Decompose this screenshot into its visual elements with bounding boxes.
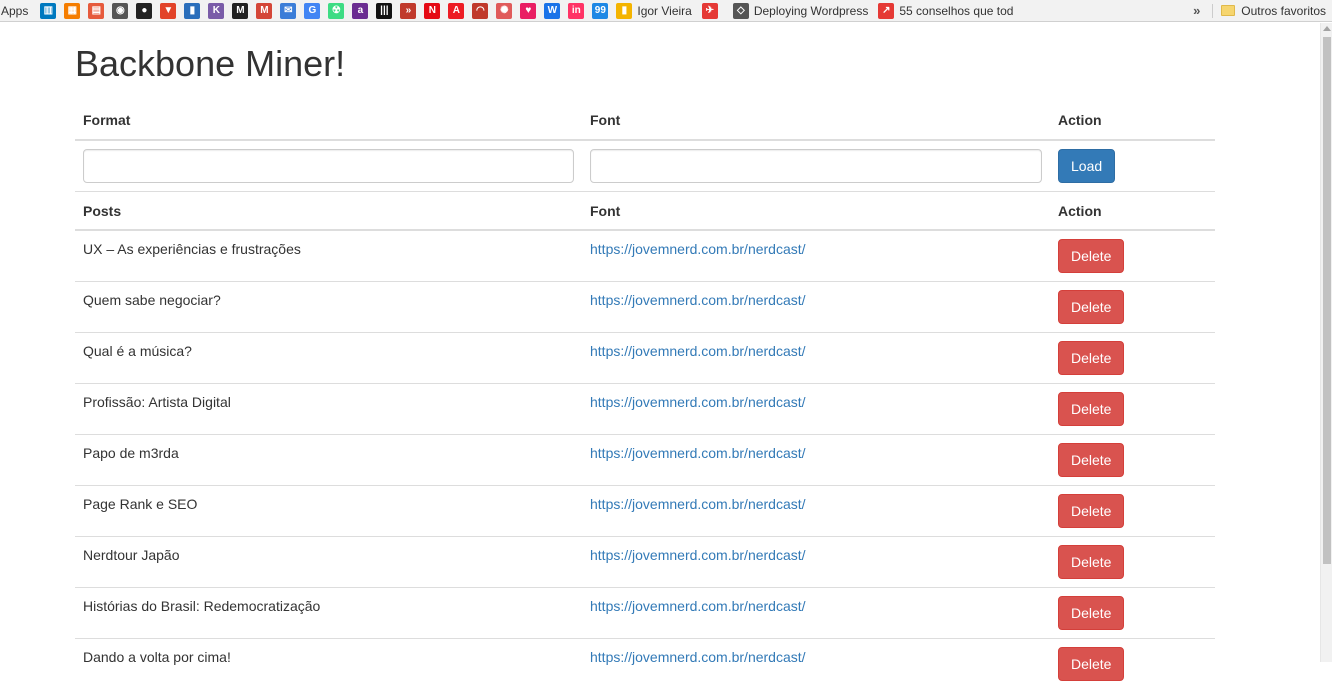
bookmark-yellow-icon: ▮ xyxy=(616,2,633,19)
bookmark-label: Igor Vieira xyxy=(637,3,692,18)
bookmarks-bar: Apps ▥ ▦ ▤ ◉ ● ▼ ▮ K M M ✉ G ☢ a |||» N A ◠ ✺ ♥ Win 99 ▮ Igor … xyxy=(0,0,1332,22)
table-row: Quem sabe negociar? https://jovemnerd.com… xyxy=(75,281,1215,333)
post-title: Dando a volta por cima! xyxy=(75,638,582,690)
font-header: Font xyxy=(582,110,1050,141)
table-row: Histórias do Brasil: Redemocratização htt… xyxy=(75,587,1215,639)
plane-icon: ✈ xyxy=(701,2,718,19)
conselhos-bookmark[interactable]: ↗ 55 conselhos que tod xyxy=(878,2,1014,19)
more-bookmarks-chevron-icon[interactable]: » xyxy=(1193,3,1200,18)
format-input[interactable] xyxy=(83,149,574,183)
miner-table: Format Font Action Load Posts Font Actio… xyxy=(75,110,1215,690)
post-title: Profissão: Artista Digital xyxy=(75,383,582,435)
k-icon[interactable]: K xyxy=(208,2,225,19)
post-font-link[interactable]: https://jovemnerd.com.br/nerdcast/ xyxy=(590,241,806,257)
folder-icon xyxy=(1221,5,1236,16)
99-icon[interactable]: 99 xyxy=(592,2,609,19)
react-icon[interactable]: ✺ xyxy=(496,2,513,19)
calendar-icon[interactable]: ▤ xyxy=(88,2,105,19)
trending-icon: ↗ xyxy=(878,2,895,19)
heart-icon[interactable]: ♥ xyxy=(520,2,537,19)
format-header: Format xyxy=(75,110,582,141)
bookmark-label: 55 conselhos que tod xyxy=(899,3,1014,18)
delete-button[interactable]: Delete xyxy=(1058,494,1125,528)
post-title: Nerdtour Japão xyxy=(75,536,582,588)
table-row: Profissão: Artista Digital https://jovemn… xyxy=(75,383,1215,435)
post-font-link[interactable]: https://jovemnerd.com.br/nerdcast/ xyxy=(590,547,806,563)
github-icon[interactable]: ● xyxy=(136,2,153,19)
blogger-icon[interactable]: ▦ xyxy=(64,2,81,19)
chevrons-icon[interactable]: » xyxy=(400,2,417,19)
table-row: Page Rank e SEO https://jovemnerd.com.br/… xyxy=(75,485,1215,537)
deploying-wordpress-bookmark[interactable]: ✈ xyxy=(701,2,723,19)
post-title: Papo de m3rda xyxy=(75,434,582,486)
other-bookmarks-folder[interactable]: Outros favoritos xyxy=(1212,3,1326,18)
action-header: Action xyxy=(1050,110,1215,141)
post-font-link[interactable]: https://jovemnerd.com.br/nerdcast/ xyxy=(590,394,806,410)
bookmark-label: Deploying Wordpress xyxy=(753,3,869,18)
w-icon[interactable]: W xyxy=(544,2,561,19)
a-purple-icon[interactable]: a xyxy=(352,2,369,19)
post-font-link[interactable]: https://jovemnerd.com.br/nerdcast/ xyxy=(590,343,806,359)
table-row: UX – As experiências e frustrações https:… xyxy=(75,229,1215,282)
bookmark-icons: ▥ ▦ ▤ ◉ ● ▼ ▮ K M M ✉ G ☢ a |||» N A ◠ ✺ ♥ Win 99 xyxy=(40,2,616,19)
invision-icon[interactable]: in xyxy=(568,2,585,19)
posts-list: UX – As experiências e frustrações https:… xyxy=(75,229,1215,690)
post-title: Quem sabe negociar? xyxy=(75,281,582,333)
delete-button[interactable]: Delete xyxy=(1058,392,1125,426)
table-row: Nerdtour Japão https://jovemnerd.com.br/n… xyxy=(75,536,1215,588)
scroll-up-arrow-icon[interactable] xyxy=(1323,26,1331,31)
gitlab-icon[interactable]: ▼ xyxy=(160,2,177,19)
delete-button[interactable]: Delete xyxy=(1058,647,1125,681)
delete-button[interactable]: Delete xyxy=(1058,239,1125,273)
delete-button[interactable]: Delete xyxy=(1058,596,1125,630)
google-icon[interactable]: G xyxy=(304,2,321,19)
barcode-icon[interactable]: ||| xyxy=(376,2,393,19)
main-container: Backbone Miner! Format Font Action Load … xyxy=(75,23,1215,690)
gauge-icon[interactable]: ◠ xyxy=(472,2,489,19)
android-icon[interactable]: ☢ xyxy=(328,2,345,19)
netflix-icon[interactable]: N xyxy=(424,2,441,19)
other-bookmarks-label: Outros favoritos xyxy=(1241,3,1326,18)
vertical-scrollbar[interactable] xyxy=(1320,23,1332,662)
post-font-link[interactable]: https://jovemnerd.com.br/nerdcast/ xyxy=(590,445,806,461)
table-row: Dando a volta por cima! https://jovemnerd… xyxy=(75,638,1215,690)
delete-button[interactable]: Delete xyxy=(1058,443,1125,477)
delete-button[interactable]: Delete xyxy=(1058,290,1125,324)
apps-shortcut[interactable]: Apps xyxy=(0,4,28,18)
posts-action-header: Action xyxy=(1050,191,1215,231)
table-row: Papo de m3rda https://jovemnerd.com.br/ne… xyxy=(75,434,1215,486)
post-font-link[interactable]: https://jovemnerd.com.br/nerdcast/ xyxy=(590,496,806,512)
post-font-link[interactable]: https://jovemnerd.com.br/nerdcast/ xyxy=(590,598,806,614)
jar-icon[interactable]: ▮ xyxy=(184,2,201,19)
m-dark-icon[interactable]: M xyxy=(232,2,249,19)
deploying-wordpress-link[interactable]: ◇ Deploying Wordpress xyxy=(732,2,869,19)
diamond-icon: ◇ xyxy=(732,2,749,19)
font-input[interactable] xyxy=(590,149,1042,183)
delete-button[interactable]: Delete xyxy=(1058,341,1125,375)
post-title: Qual é a música? xyxy=(75,332,582,384)
posts-header: Posts xyxy=(75,191,582,231)
mail-check-icon[interactable]: ✉ xyxy=(280,2,297,19)
trello-icon[interactable]: ▥ xyxy=(40,2,57,19)
page-title: Backbone Miner! xyxy=(75,43,346,84)
camera-icon[interactable]: ◉ xyxy=(112,2,129,19)
gmail-icon[interactable]: M xyxy=(256,2,273,19)
igor-vieira-bookmark[interactable]: ▮ Igor Vieira xyxy=(616,2,692,19)
post-title: Histórias do Brasil: Redemocratização xyxy=(75,587,582,639)
load-button[interactable]: Load xyxy=(1058,149,1116,183)
post-title: Page Rank e SEO xyxy=(75,485,582,537)
posts-font-header: Font xyxy=(582,191,1050,231)
post-font-link[interactable]: https://jovemnerd.com.br/nerdcast/ xyxy=(590,649,806,665)
table-row: Qual é a música? https://jovemnerd.com.br… xyxy=(75,332,1215,384)
scroll-thumb[interactable] xyxy=(1323,37,1331,564)
delete-button[interactable]: Delete xyxy=(1058,545,1125,579)
bookmark-links: ▮ Igor Vieira ✈ ◇ Deploying Wordpress ↗ 55 con… xyxy=(616,2,1023,19)
adobe-icon[interactable]: A xyxy=(448,2,465,19)
post-title: UX – As experiências e frustrações xyxy=(75,229,582,282)
post-font-link[interactable]: https://jovemnerd.com.br/nerdcast/ xyxy=(590,292,806,308)
